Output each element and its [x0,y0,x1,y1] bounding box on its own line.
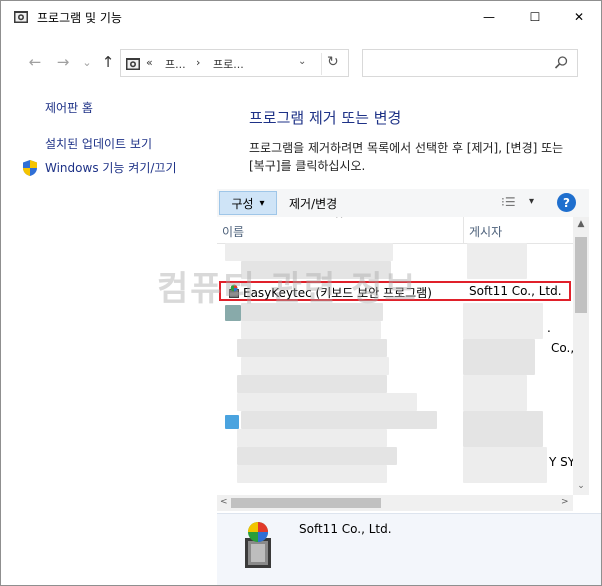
back-button[interactable]: ← [23,45,47,79]
details-pane: Soft11 Co., Ltd. [217,513,601,585]
blurred-row[interactable] [241,321,381,339]
divider [321,53,322,75]
maximize-icon: ☐ [529,10,541,24]
publisher-fragment: Y SY [549,455,576,469]
column-header-row: ^ 이름 게시자 [217,217,589,244]
control-panel-icon [126,58,140,70]
scroll-down-icon[interactable]: ⌄ [573,481,589,495]
chevron-down-icon[interactable]: ⌄ [298,56,306,67]
publisher-fragment: Co., [551,341,575,355]
blurred-row[interactable] [237,339,387,357]
sidebar-item-view-updates[interactable]: 설치된 업데이트 보기 [45,135,152,152]
blurred-row[interactable] [237,429,387,447]
breadcrumb-item[interactable]: 프... [165,56,186,72]
column-divider[interactable] [463,217,464,243]
navigation-bar: ← → ⌄ ↑ « 프... › 프로... ⌄ ↻ [1,45,601,79]
program-icon [245,522,271,568]
blurred-publisher [463,447,547,483]
chevron-down-icon: ▾ [259,197,265,209]
scroll-up-icon[interactable]: ▲ [573,219,589,233]
forward-button[interactable]: → [51,45,75,79]
scroll-thumb[interactable] [231,498,381,508]
address-bar[interactable]: « 프... › 프로... ⌄ ↻ [120,49,349,77]
scroll-right-icon[interactable]: > [561,497,569,507]
search-icon [554,56,568,69]
maximize-button[interactable]: ☐ [513,1,557,33]
blurred-row[interactable] [241,357,389,375]
title-bar[interactable]: 프로그램 및 기능 — ☐ ✕ [1,1,601,33]
blurred-row[interactable] [237,375,387,393]
page-description: 프로그램을 제거하려면 목록에서 선택한 후 [제거], [변경] 또는 [복구… [249,141,564,173]
table-row-selected[interactable]: EasyKeytec (키보드 보안 프로그램) Soft11 Co., Ltd… [219,281,571,301]
program-publisher: Soft11 Co., Ltd. [469,284,562,298]
uninstall-change-button[interactable]: 제거/변경 [289,195,337,212]
toolbar: 구성 ▾ 제거/변경 ⁝☰ ▾ ? [217,189,589,218]
close-button[interactable]: ✕ [557,1,601,33]
chevron-down-icon[interactable]: ▾ [529,196,534,207]
up-button[interactable]: ↑ [96,45,120,79]
breadcrumb-separator[interactable]: › [196,56,200,69]
blurred-row[interactable] [225,243,393,261]
column-header-name[interactable]: 이름 [222,223,244,240]
sidebar-item-home[interactable]: 제어판 홈 [45,99,93,116]
program-icon [229,284,239,298]
breadcrumb-item[interactable]: 프로... [213,56,244,72]
blurred-row[interactable] [237,447,397,465]
scroll-thumb[interactable] [575,237,587,313]
minimize-button[interactable]: — [467,1,511,33]
sort-up-icon: ^ [335,217,344,225]
programs-window: 프로그램 및 기능 — ☐ ✕ ← → ⌄ ↑ « 프... › 프로... ⌄… [0,0,602,586]
blurred-publisher [463,411,543,447]
blurred-publisher [467,243,527,279]
blurred-publisher [463,375,527,411]
details-publisher: Soft11 Co., Ltd. [299,522,392,536]
window-title: 프로그램 및 기능 [37,11,122,25]
column-header-publisher[interactable]: 게시자 [469,223,502,240]
control-panel-icon [14,11,28,23]
blurred-publisher [463,303,543,339]
back-arrow-icon: ← [28,53,42,71]
up-arrow-icon: ↑ [101,53,115,71]
blurred-row[interactable] [241,261,391,279]
vertical-scrollbar[interactable]: ▲ ⌄ [573,217,589,495]
blurred-row[interactable] [237,393,417,411]
blurred-row[interactable] [237,465,387,483]
close-icon: ✕ [573,10,585,24]
page-title: 프로그램 제거 또는 변경 [249,109,402,127]
shield-icon [23,160,37,176]
program-name: EasyKeytec (키보드 보안 프로그램) [243,286,432,300]
refresh-icon[interactable]: ↻ [327,54,339,70]
organize-button[interactable]: 구성 ▾ [219,191,277,215]
address-overflow[interactable]: « [146,56,153,69]
organize-label: 구성 [231,196,254,211]
scroll-left-icon[interactable]: < [220,497,228,507]
help-button[interactable]: ? [557,193,576,212]
views-icon[interactable]: ⁝☰ [501,195,516,209]
minimize-icon: — [483,10,495,24]
forward-arrow-icon: → [56,53,70,71]
blurred-publisher [463,339,535,375]
chevron-down-icon: ⌄ [82,55,92,69]
sidebar-item-windows-features[interactable]: Windows 기능 켜기/끄기 [45,159,176,176]
horizontal-scrollbar[interactable]: < > [217,495,573,511]
publisher-fragment: . [547,321,551,335]
search-input[interactable] [362,49,578,77]
blurred-icon [225,415,239,429]
blurred-row[interactable] [241,411,437,429]
help-icon: ? [563,195,570,210]
program-list[interactable]: ^ 이름 게시자 EasyKeytec (키보드 보안 프로그램) Soft11… [217,217,589,513]
blurred-row[interactable] [241,303,383,321]
blurred-icon [225,305,241,321]
